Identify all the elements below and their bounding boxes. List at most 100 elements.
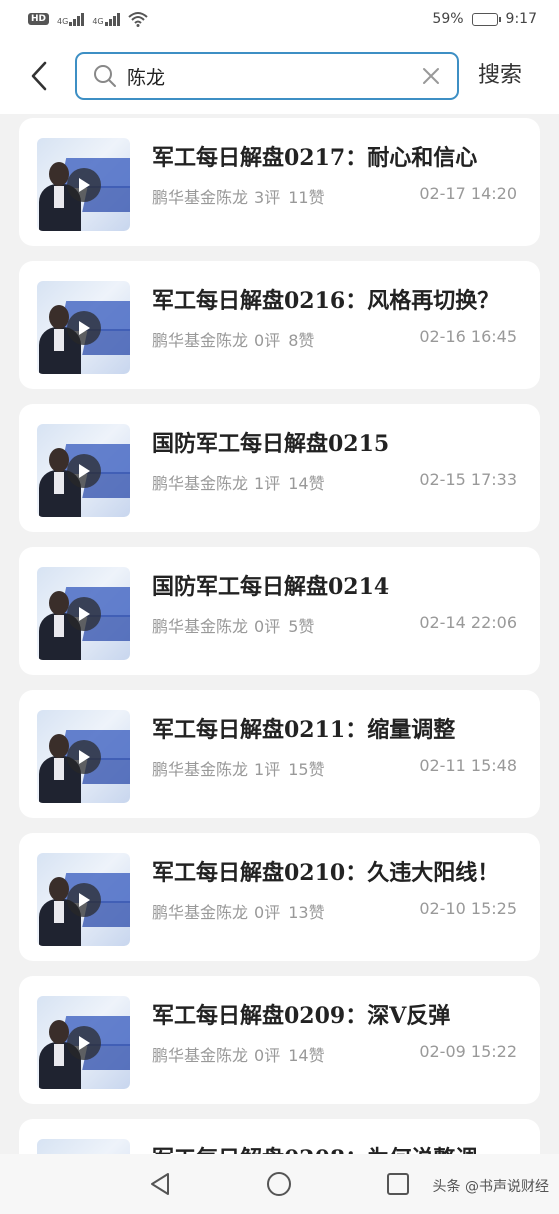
presenter-shirt [54,472,64,494]
back-button[interactable] [10,46,68,106]
presenter-head [49,162,69,186]
play-button[interactable] [67,740,101,774]
result-author: 鹏华基金陈龙 [152,331,249,350]
result-meta: 鹏华基金陈龙 0评 5赞 02-14 22:06 [152,613,517,637]
result-time: 02-10 15:25 [419,899,517,918]
clear-button[interactable] [419,64,443,88]
back-arrow-icon [31,61,47,91]
search-icon [94,65,116,87]
result-meta: 鹏华基金陈龙 0评 13赞 02-10 15:25 [152,899,517,923]
result-meta: 鹏华基金陈龙 0评 8赞 02-16 16:45 [152,327,517,351]
result-time: 02-16 16:45 [419,327,517,346]
video-thumbnail[interactable] [37,567,130,660]
video-thumbnail[interactable] [37,710,130,803]
video-thumbnail[interactable] [37,281,130,374]
result-card[interactable]: 军工每日解盘0216：风格再切换？ 鹏华基金陈龙 0评 8赞 02-16 16:… [19,261,540,389]
presenter-head [49,877,69,901]
result-meta: 鹏华基金陈龙 3评 11赞 02-17 14:20 [152,184,517,208]
result-comments: 1评 [254,474,281,493]
video-thumbnail[interactable] [37,1139,130,1154]
result-card[interactable]: 国防军工每日解盘0215 鹏华基金陈龙 1评 14赞 02-15 17:33 [19,404,540,532]
play-button[interactable] [67,311,101,345]
video-thumbnail[interactable] [37,853,130,946]
presenter-shirt [54,615,64,637]
nav-recent-button[interactable] [380,1166,416,1202]
result-author: 鹏华基金陈龙 [152,474,249,493]
play-icon [79,178,90,192]
result-author: 鹏华基金陈龙 [152,760,249,779]
result-meta: 鹏华基金陈龙 1评 15赞 02-11 15:48 [152,756,517,780]
square-recent-icon [387,1173,409,1195]
result-comments: 0评 [254,903,281,922]
presenter-shirt [54,1044,64,1066]
play-button[interactable] [67,883,101,917]
play-icon [79,750,90,764]
video-thumbnail[interactable] [37,138,130,231]
result-list[interactable]: 军工每日解盘0217：耐心和信心 鹏华基金陈龙 3评 11赞 02-17 14:… [0,114,559,1154]
result-title[interactable]: 军工每日解盘0209：深V反弹 [152,998,532,1030]
nav-back-button[interactable] [142,1166,178,1202]
result-likes: 11赞 [288,188,325,207]
play-icon [79,321,90,335]
result-author: 鹏华基金陈龙 [152,617,249,636]
signal-2: 4G [92,12,120,26]
result-title[interactable]: 军工每日解盘0217：耐心和信心 [152,140,532,172]
search-button[interactable]: 搜索 [478,54,522,98]
signal-1: 4G [57,12,85,26]
video-thumbnail[interactable] [37,424,130,517]
play-button[interactable] [67,1026,101,1060]
result-comments: 0评 [254,617,281,636]
search-header: 搜索 [0,38,559,114]
result-time: 02-11 15:48 [419,756,517,775]
wifi-icon [127,12,148,27]
result-card[interactable]: 军工每日解盘0217：耐心和信心 鹏华基金陈龙 3评 11赞 02-17 14:… [19,118,540,246]
search-input[interactable] [127,65,419,87]
status-right: 59% 9:17 [432,11,537,27]
system-nav-bar: 头条 @书声说财经 [0,1154,559,1214]
result-title[interactable]: 军工每日解盘0216：风格再切换？ [152,283,532,315]
result-author: 鹏华基金陈龙 [152,903,249,922]
result-comments: 3评 [254,188,281,207]
hd-badge: HD [28,13,50,25]
presenter-shirt [54,186,64,208]
network-type-2: 4G [92,16,104,26]
signal-bars-icon [104,12,120,26]
status-bar: HD 4G 4G 59% 9:17 [0,0,559,38]
video-thumbnail[interactable] [37,996,130,1089]
play-icon [79,1036,90,1050]
result-card[interactable]: 国防军工每日解盘0214 鹏华基金陈龙 0评 5赞 02-14 22:06 [19,547,540,675]
result-title[interactable]: 军工每日解盘0208：为何说整调 [152,1141,532,1154]
presenter-head [49,305,69,329]
result-time: 02-17 14:20 [419,184,517,203]
presenter-head [49,448,69,472]
play-button[interactable] [67,454,101,488]
clock: 9:17 [505,11,537,27]
play-button[interactable] [67,597,101,631]
search-box[interactable] [75,52,459,100]
presenter-shirt [54,901,64,923]
presenter-shirt [54,758,64,780]
result-time: 02-15 17:33 [419,470,517,489]
nav-home-button[interactable] [261,1166,297,1202]
result-likes: 14赞 [288,1046,325,1065]
result-author: 鹏华基金陈龙 [152,188,249,207]
battery-icon [471,12,501,26]
result-card[interactable]: 军工每日解盘0208：为何说整调 [19,1119,540,1154]
result-title[interactable]: 国防军工每日解盘0214 [152,569,532,601]
result-time: 02-09 15:22 [419,1042,517,1061]
result-title[interactable]: 军工每日解盘0210：久违大阳线！ [152,855,532,887]
result-card[interactable]: 军工每日解盘0210：久违大阳线！ 鹏华基金陈龙 0评 13赞 02-10 15… [19,833,540,961]
result-likes: 8赞 [288,331,315,350]
status-left: HD 4G 4G [28,11,148,27]
play-icon [79,893,90,907]
play-icon [79,607,90,621]
result-likes: 13赞 [288,903,325,922]
result-card[interactable]: 军工每日解盘0209：深V反弹 鹏华基金陈龙 0评 14赞 02-09 15:2… [19,976,540,1104]
presenter-head [49,591,69,615]
result-comments: 0评 [254,1046,281,1065]
result-title[interactable]: 国防军工每日解盘0215 [152,426,532,458]
result-title[interactable]: 军工每日解盘0211：缩量调整 [152,712,532,744]
presenter-shirt [54,329,64,351]
result-card[interactable]: 军工每日解盘0211：缩量调整 鹏华基金陈龙 1评 15赞 02-11 15:4… [19,690,540,818]
play-button[interactable] [67,168,101,202]
